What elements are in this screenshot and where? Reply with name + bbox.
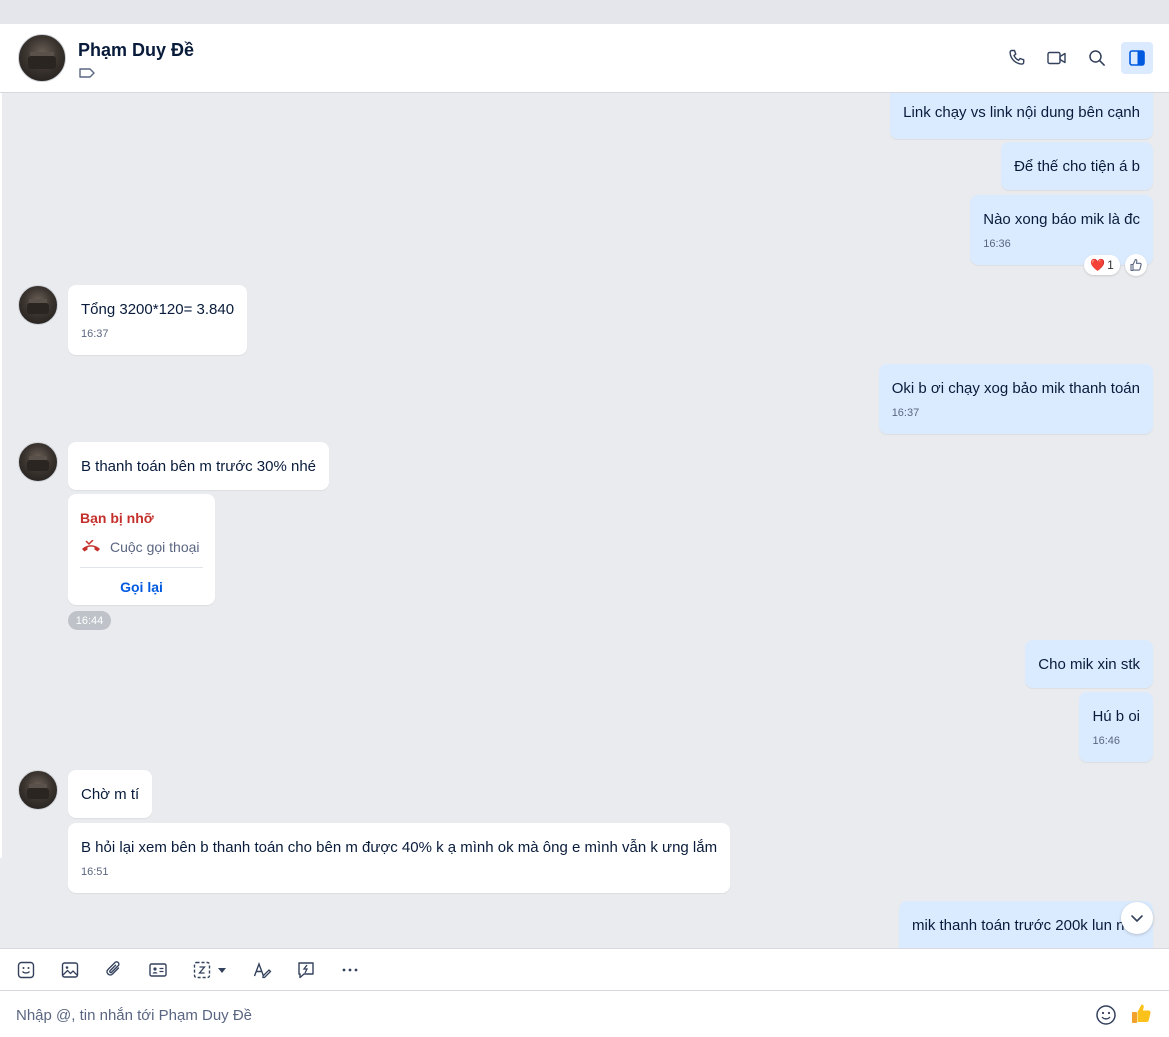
text-format-icon [253,962,272,979]
call-back-button[interactable]: Gọi lại [68,579,215,595]
message-composer [0,990,1169,1037]
message-time: 16:36 [983,238,1011,250]
contact-card-button[interactable] [147,959,169,981]
message-text: Cho mik xin stk [1038,656,1140,673]
screenshot-options-dropdown[interactable] [215,959,229,981]
message-text: Để thế cho tiện á b [1014,158,1140,175]
message-bubble-incoming[interactable]: B thanh toán bên m trước 30% nhé [68,442,330,490]
text-format-button[interactable] [251,959,273,981]
missed-call-title: Bạn bị nhỡ [80,510,154,526]
composer-toolbar [0,948,1169,990]
quick-message-button[interactable] [295,959,317,981]
sender-avatar[interactable] [18,285,58,325]
emoji-icon [1096,1005,1116,1025]
message-bubble-outgoing[interactable]: mik thanh toán trước 200k lun n [899,901,1153,948]
search-icon [1089,50,1105,66]
attachment-icon [106,961,120,976]
message-bubble-outgoing[interactable]: Hú b oi 16:46 [1079,692,1153,762]
image-icon [61,962,79,978]
message-time-pill: 16:44 [68,611,111,630]
message-text: mik thanh toán trước 200k lun n [912,917,1125,934]
sender-avatar[interactable] [18,442,58,482]
emoji-button[interactable] [1095,1004,1117,1026]
contact-avatar[interactable] [18,34,66,82]
sticker-button[interactable] [15,959,37,981]
message-text: Oki b ơi chạy xog bảo mik thanh toán [891,380,1140,397]
message-text: Hú b oi [1092,708,1140,725]
thumbs-up-icon [1132,1004,1151,1023]
message-bubble-incoming[interactable]: B hỏi lại xem bên b thanh toán cho bên m… [68,823,731,893]
message-time: 16:37 [81,328,109,340]
dropdown-arrow-icon [218,968,226,973]
message-bubble-outgoing[interactable]: Cho mik xin stk [1025,640,1153,688]
more-icon [342,968,358,972]
attachment-button[interactable] [103,959,125,981]
sticker-icon [17,961,35,979]
message-text: Tổng 3200*120= 3.840 [81,301,235,318]
heart-reaction-icon: ❤️ [1090,258,1106,272]
message-bubble-outgoing[interactable]: Để thế cho tiện á b [1001,142,1153,190]
message-text: B thanh toán bên m trước 30% nhé [81,458,317,475]
chat-header: Phạm Duy Đề [0,24,1169,93]
message-time: 16:51 [81,866,109,878]
contact-card-icon [149,963,167,977]
chevron-down-icon [1131,915,1143,922]
message-time: 16:37 [891,407,920,419]
search-button[interactable] [1081,42,1113,74]
scroll-to-bottom-button[interactable] [1121,902,1153,934]
divider [80,567,203,568]
contact-name[interactable]: Phạm Duy Đề [78,40,194,61]
thumbs-up-outline-icon [1130,258,1142,272]
more-options-button[interactable] [339,959,361,981]
tag-icon[interactable] [78,66,96,80]
message-bubble-outgoing[interactable]: Oki b ơi chạy xog bảo mik thanh toán 16:… [878,364,1153,434]
message-bubble-incoming[interactable]: Tổng 3200*120= 3.840 16:37 [68,285,248,355]
quick-message-icon [298,962,314,979]
message-text: B hỏi lại xem bên b thanh toán cho bên m… [81,839,718,856]
phone-icon [1009,49,1025,65]
screenshot-icon [193,961,211,979]
sidebar-toggle-button[interactable] [1121,42,1153,74]
sender-avatar[interactable] [18,770,58,810]
message-text: Nào xong báo mik là đc [983,211,1140,228]
image-button[interactable] [59,959,81,981]
message-input[interactable] [16,1004,1066,1026]
window-top-strip [0,0,1169,24]
call-type-label: Cuộc gọi thoại [110,539,200,555]
sidebar-toggle-icon [1129,50,1145,66]
message-time: 16:46 [1092,735,1120,747]
quick-like-button[interactable] [1130,1002,1154,1026]
message-text: Chờ m tí [81,786,140,803]
message-bubble-outgoing[interactable]: Nào xong báo mik là đc 16:36 [970,195,1153,265]
add-reaction-button[interactable] [1125,254,1147,276]
reaction-count: 1 [1107,258,1114,272]
phone-call-button[interactable] [1001,42,1033,74]
reaction-badge[interactable]: ❤️ 1 [1084,255,1120,275]
message-bubble-incoming[interactable]: Chờ m tí [68,770,153,818]
missed-call-icon [82,540,100,552]
missed-call-card[interactable]: Bạn bị nhỡ Cuộc gọi thoại Gọi lại [68,494,215,605]
message-text: Link chạy vs link nội dung bên cạnh [903,104,1140,121]
chat-left-edge [0,93,2,858]
screenshot-button[interactable] [191,959,213,981]
message-list[interactable]: Link chạy vs link nội dung bên cạnh Để t… [0,93,1169,948]
video-call-button[interactable] [1041,42,1073,74]
message-bubble-outgoing[interactable]: Link chạy vs link nội dung bên cạnh [890,93,1153,139]
video-icon [1047,51,1066,65]
